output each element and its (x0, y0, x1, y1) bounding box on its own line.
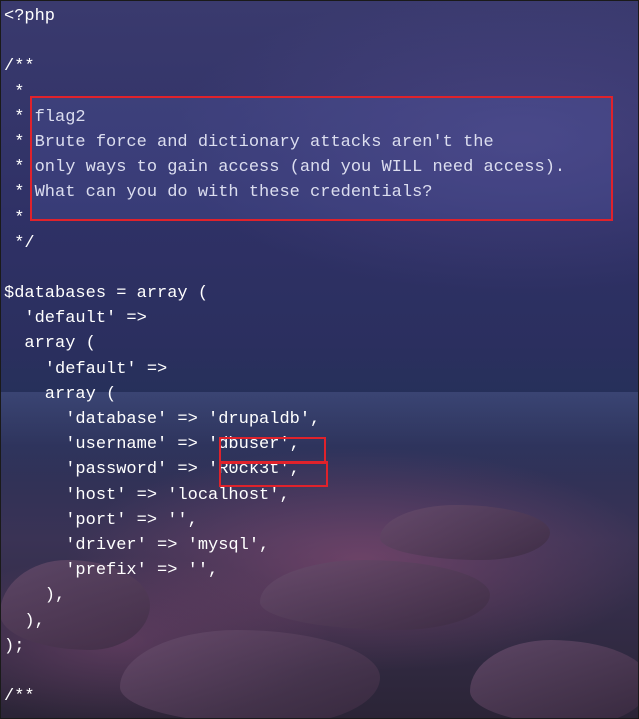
screenshot-border (0, 0, 639, 719)
